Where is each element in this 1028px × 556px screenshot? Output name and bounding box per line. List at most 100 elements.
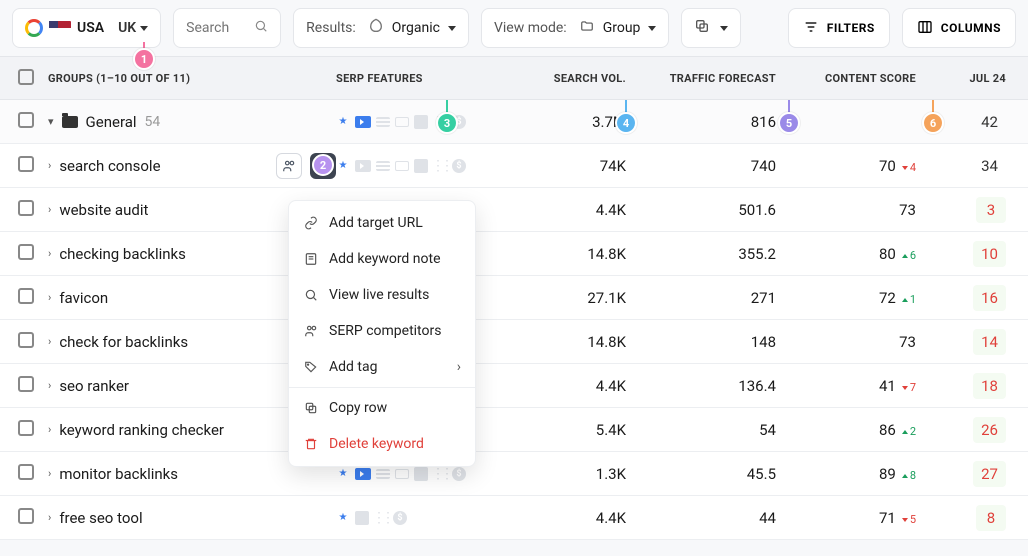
search-icon xyxy=(254,19,268,37)
row-checkbox[interactable] xyxy=(18,288,34,304)
group-row[interactable]: ▾ General 54 ★ 3.7M 816 42 xyxy=(0,100,1028,144)
cell-score: 417 xyxy=(796,377,926,395)
row-checkbox[interactable] xyxy=(18,112,34,128)
annotation-5: 5 xyxy=(778,112,800,134)
menu-label: Copy row xyxy=(329,400,387,416)
menu-delete[interactable]: Delete keyword xyxy=(289,426,475,462)
keyword-row[interactable]: › free seo tool ★ 4.4K 44 715 8 xyxy=(0,496,1028,540)
row-checkbox[interactable] xyxy=(18,508,34,524)
columns-label: COLUMNS xyxy=(941,21,1001,35)
row-checkbox[interactable] xyxy=(18,200,34,216)
keyword-row[interactable]: › search console ⋮ ★ 74K 740 704 34 xyxy=(0,144,1028,188)
expand-icon[interactable]: › xyxy=(48,511,51,524)
expand-icon[interactable]: › xyxy=(48,335,51,348)
serp-features: ★ xyxy=(336,159,506,173)
expand-icon[interactable]: › xyxy=(48,467,51,480)
keyword-row[interactable]: › check for backlinks ★ 14.8K 148 73 14 xyxy=(0,320,1028,364)
keyword-row[interactable]: › monitor backlinks ★ 1.3K 45.5 898 27 xyxy=(0,452,1028,496)
menu-label: Add target URL xyxy=(329,215,423,231)
copy-menu[interactable] xyxy=(681,8,741,48)
col-volume[interactable]: SEARCH VOL. xyxy=(506,72,646,85)
menu-view-live[interactable]: View live results xyxy=(289,277,475,313)
expand-icon[interactable]: › xyxy=(48,291,51,304)
row-checkbox[interactable] xyxy=(18,332,34,348)
filters-label: FILTERS xyxy=(827,21,875,35)
annotation-4: 4 xyxy=(615,112,637,134)
annotation-3: 3 xyxy=(436,112,458,134)
cell-volume: 74K xyxy=(506,157,646,175)
filters-button[interactable]: FILTERS xyxy=(788,8,890,48)
expand-icon[interactable]: › xyxy=(48,203,51,216)
select-all-checkbox[interactable] xyxy=(18,69,34,85)
col-serp[interactable]: SERP FEATURES xyxy=(336,72,506,85)
menu-add-url[interactable]: Add target URL xyxy=(289,205,475,241)
google-icon xyxy=(25,19,43,37)
chevron-right-icon: › xyxy=(457,359,461,375)
region-selector[interactable]: USA UK xyxy=(12,8,161,48)
cell-volume: 4.4K xyxy=(506,201,646,219)
menu-competitors[interactable]: SERP competitors xyxy=(289,313,475,349)
keyword-row[interactable]: › website audit ★ 4.4K 501.6 73 3 xyxy=(0,188,1028,232)
keyword-row[interactable]: › favicon ★ 27.1K 271 721 16 xyxy=(0,276,1028,320)
row-checkbox[interactable] xyxy=(18,376,34,392)
menu-copy-row[interactable]: Copy row xyxy=(289,390,475,426)
search-box[interactable] xyxy=(173,8,281,48)
menu-add-tag[interactable]: Add tag › xyxy=(289,349,475,385)
viewmode-selector[interactable]: View mode: Group xyxy=(481,8,669,48)
menu-label: Add keyword note xyxy=(329,251,441,267)
row-checkbox[interactable] xyxy=(18,464,34,480)
keyword-name: free seo tool xyxy=(59,509,142,527)
cell-date: 10 xyxy=(926,241,1016,267)
cell-traffic: 148 xyxy=(646,333,796,351)
cell-score: 721 xyxy=(796,289,926,307)
keyword-name: favicon xyxy=(59,289,108,307)
serp-features: ★ xyxy=(336,115,506,129)
search-input[interactable] xyxy=(186,20,246,36)
results-value: Organic xyxy=(392,20,440,36)
keyword-name: seo ranker xyxy=(59,377,129,395)
col-groups[interactable]: GROUPS (1–10 OUT OF 11) xyxy=(48,72,336,85)
cell-volume: 4.4K xyxy=(506,377,646,395)
menu-label: SERP competitors xyxy=(329,323,441,339)
competitors-chip[interactable] xyxy=(276,153,302,179)
viewmode-label: View mode: xyxy=(494,20,567,36)
cell-date: 14 xyxy=(926,329,1016,355)
expand-icon[interactable]: › xyxy=(48,247,51,260)
keyword-row[interactable]: › seo ranker ★ 4.4K 136.4 417 18 xyxy=(0,364,1028,408)
copy-icon xyxy=(694,18,710,38)
leaf-icon xyxy=(368,18,384,38)
cell-volume: 14.8K xyxy=(506,245,646,263)
trash-icon xyxy=(303,437,319,451)
cell-traffic: 45.5 xyxy=(646,465,796,483)
keyword-name: checking backlinks xyxy=(59,245,186,263)
menu-add-note[interactable]: Add keyword note xyxy=(289,241,475,277)
keyword-row[interactable]: › checking backlinks ★ 14.8K 355.2 806 1… xyxy=(0,232,1028,276)
folder-icon xyxy=(62,116,78,128)
expand-icon[interactable]: › xyxy=(48,379,51,392)
columns-button[interactable]: COLUMNS xyxy=(902,8,1016,48)
keyword-row[interactable]: › keyword ranking checker ★ 5.4K 54 862 … xyxy=(0,408,1028,452)
row-checkbox[interactable] xyxy=(18,156,34,172)
cell-date: 27 xyxy=(926,461,1016,487)
people-icon xyxy=(303,324,319,338)
menu-label: View live results xyxy=(329,287,429,303)
col-date[interactable]: JUL 24 xyxy=(926,72,1016,85)
cell-score: 862 xyxy=(796,421,926,439)
row-checkbox[interactable] xyxy=(18,244,34,260)
region-text: USA xyxy=(77,20,104,36)
row-checkbox[interactable] xyxy=(18,420,34,436)
cell-traffic: 740 xyxy=(646,157,796,175)
cell-traffic: 501.6 xyxy=(646,201,796,219)
note-icon xyxy=(303,252,319,266)
copy-icon xyxy=(303,401,319,415)
col-traffic[interactable]: TRAFFIC FORECAST xyxy=(646,72,796,85)
expand-icon[interactable]: › xyxy=(48,423,51,436)
col-score[interactable]: CONTENT SCORE xyxy=(796,72,926,85)
results-selector[interactable]: Results: Organic xyxy=(293,8,469,48)
chevron-down-icon xyxy=(140,26,148,31)
collapse-icon[interactable]: ▾ xyxy=(48,115,54,128)
cell-score: 704 xyxy=(796,157,926,175)
subregion-selector[interactable]: UK xyxy=(118,20,148,36)
search-icon xyxy=(303,288,319,302)
expand-icon[interactable]: › xyxy=(48,159,51,172)
